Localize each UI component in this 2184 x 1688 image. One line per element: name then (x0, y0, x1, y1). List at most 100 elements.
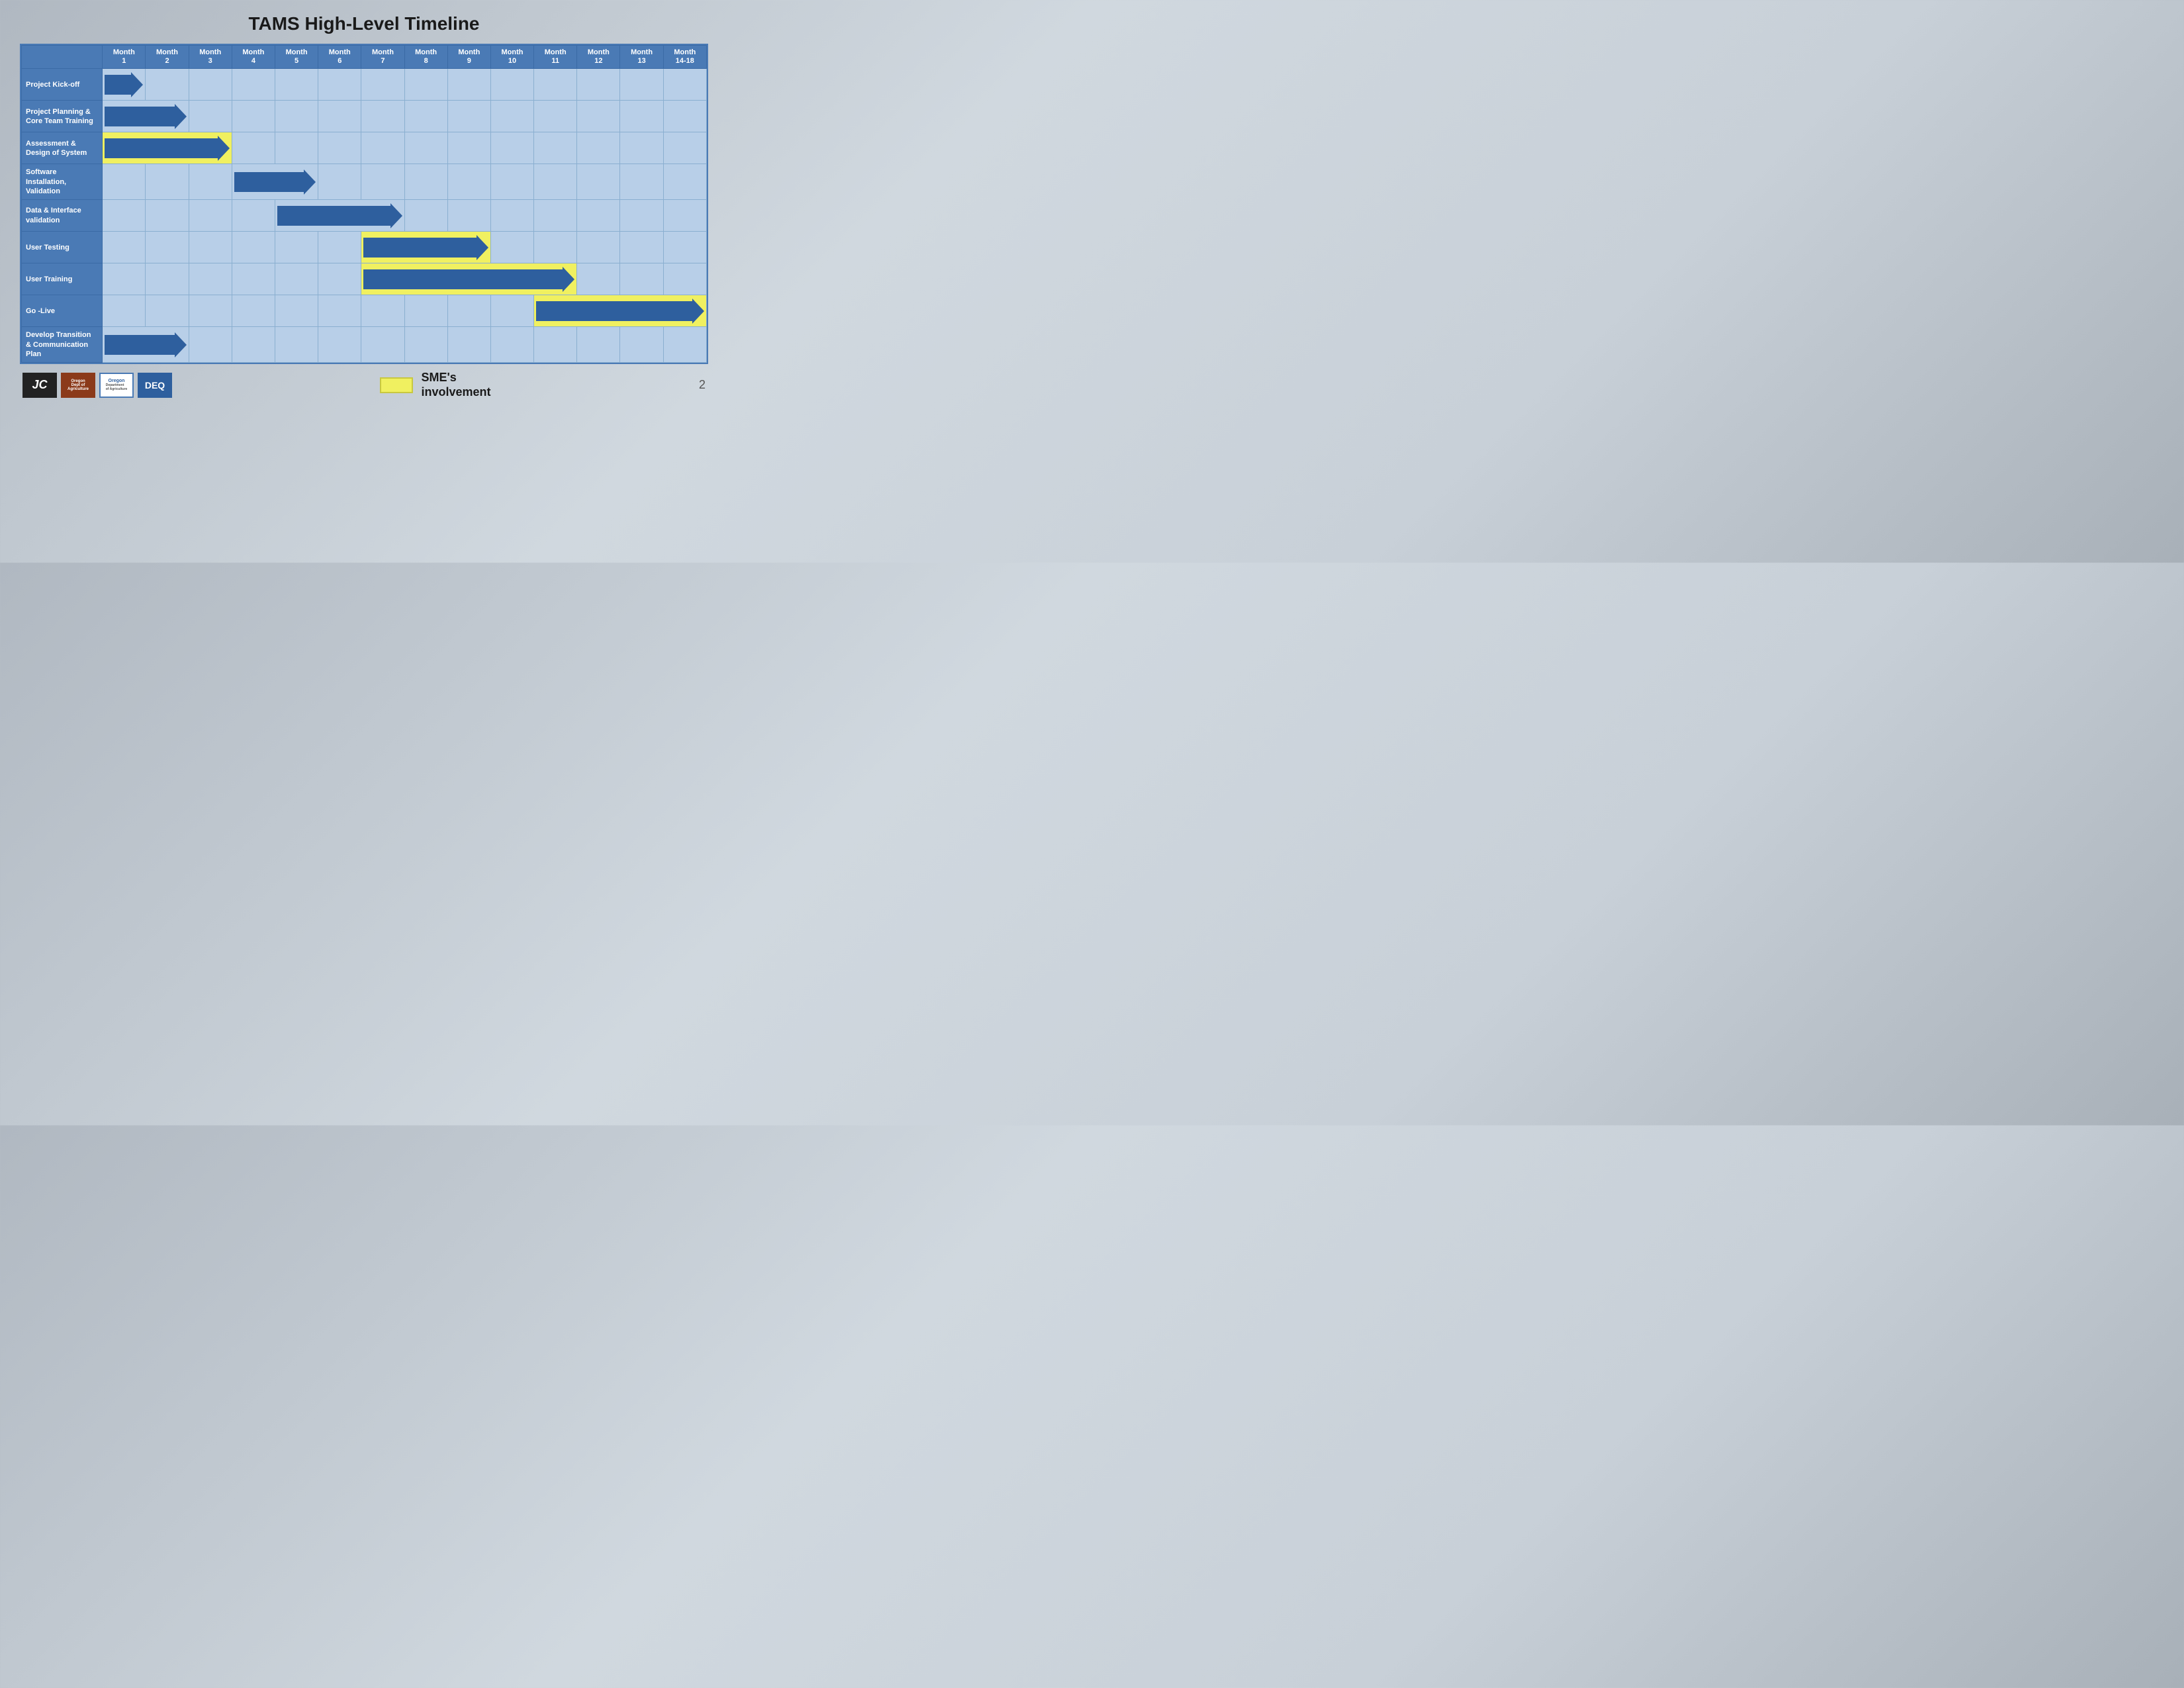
row-label-8: Develop Transition & Communication Plan (22, 327, 103, 363)
empty-cell-1-7 (404, 101, 447, 132)
empty-cell-6-11 (577, 263, 620, 295)
empty-cell-8-10 (534, 327, 577, 363)
empty-cell-1-12 (620, 101, 663, 132)
empty-cell-6-0 (103, 263, 146, 295)
table-row: Go -Live (22, 295, 707, 327)
empty-cell-7-4 (275, 295, 318, 327)
empty-cell-3-1 (146, 164, 189, 200)
empty-cell-5-11 (577, 232, 620, 263)
empty-cell-5-3 (232, 232, 275, 263)
empty-cell-7-9 (490, 295, 533, 327)
empty-cell-7-0 (103, 295, 146, 327)
empty-cell-8-2 (189, 327, 232, 363)
empty-cell-1-5 (318, 101, 361, 132)
row-label-1: Project Planning & Core Team Training (22, 101, 103, 132)
empty-cell-3-10 (534, 164, 577, 200)
empty-cell-0-13 (663, 69, 706, 101)
empty-cell-5-12 (620, 232, 663, 263)
table-row: Project Kick-off (22, 69, 707, 101)
row-label-7: Go -Live (22, 295, 103, 327)
header-month-6: Month6 (318, 46, 361, 69)
empty-cell-8-12 (620, 327, 663, 363)
legend-box (380, 377, 413, 393)
empty-cell-4-1 (146, 200, 189, 232)
row-label-3: Software Installation, Validation (22, 164, 103, 200)
empty-cell-1-10 (534, 101, 577, 132)
empty-cell-2-5 (318, 132, 361, 164)
gantt-container: Month1Month2Month3Month4Month5Month6Mont… (20, 44, 708, 364)
empty-cell-8-11 (577, 327, 620, 363)
empty-cell-0-2 (189, 69, 232, 101)
empty-cell-0-12 (620, 69, 663, 101)
empty-cell-7-1 (146, 295, 189, 327)
empty-cell-4-2 (189, 200, 232, 232)
empty-cell-3-7 (404, 164, 447, 200)
empty-cell-0-11 (577, 69, 620, 101)
empty-cell-2-3 (232, 132, 275, 164)
empty-cell-3-9 (490, 164, 533, 200)
table-row: Data & Interface validation (22, 200, 707, 232)
empty-cell-4-12 (620, 200, 663, 232)
empty-cell-0-7 (404, 69, 447, 101)
empty-cell-8-9 (490, 327, 533, 363)
empty-cell-0-4 (275, 69, 318, 101)
empty-cell-5-1 (146, 232, 189, 263)
empty-cell-7-3 (232, 295, 275, 327)
empty-cell-0-9 (490, 69, 533, 101)
header-month-14: Month14-18 (663, 46, 706, 69)
empty-cell-8-3 (232, 327, 275, 363)
header-month-1: Month1 (103, 46, 146, 69)
header-month-13: Month13 (620, 46, 663, 69)
row-label-0: Project Kick-off (22, 69, 103, 101)
header-month-7: Month7 (361, 46, 404, 69)
empty-cell-7-8 (447, 295, 490, 327)
header-month-3: Month3 (189, 46, 232, 69)
logo-deq: DEQ (138, 373, 172, 398)
empty-cell-3-5 (318, 164, 361, 200)
empty-cell-5-5 (318, 232, 361, 263)
empty-cell-3-2 (189, 164, 232, 200)
header-month-12: Month12 (577, 46, 620, 69)
arrow-cell-8 (103, 327, 189, 363)
empty-cell-4-7 (404, 200, 447, 232)
empty-cell-3-11 (577, 164, 620, 200)
empty-cell-6-1 (146, 263, 189, 295)
header-month-11: Month11 (534, 46, 577, 69)
empty-cell-1-11 (577, 101, 620, 132)
table-row: Assessment & Design of System (22, 132, 707, 164)
empty-cell-6-3 (232, 263, 275, 295)
arrow-cell-5 (361, 232, 491, 263)
empty-cell-1-4 (275, 101, 318, 132)
page-title: TAMS High-Level Timeline (248, 13, 479, 34)
empty-cell-1-2 (189, 101, 232, 132)
empty-cell-6-2 (189, 263, 232, 295)
empty-cell-2-8 (447, 132, 490, 164)
empty-cell-5-2 (189, 232, 232, 263)
arrow-cell-2 (103, 132, 232, 164)
empty-cell-8-8 (447, 327, 490, 363)
row-label-5: User Testing (22, 232, 103, 263)
empty-cell-6-5 (318, 263, 361, 295)
table-row: User Testing (22, 232, 707, 263)
table-row: Project Planning & Core Team Training (22, 101, 707, 132)
empty-cell-7-6 (361, 295, 404, 327)
header-month-4: Month4 (232, 46, 275, 69)
header-month-5: Month5 (275, 46, 318, 69)
header-month-8: Month8 (404, 46, 447, 69)
arrow-cell-1 (103, 101, 189, 132)
empty-cell-4-11 (577, 200, 620, 232)
legend-text: SME's involvement (421, 371, 490, 399)
logo-area: JC OregonDept ofAgriculture Oregon Depar… (23, 373, 172, 398)
empty-cell-2-13 (663, 132, 706, 164)
empty-cell-4-8 (447, 200, 490, 232)
header-label (22, 46, 103, 69)
empty-cell-2-12 (620, 132, 663, 164)
empty-cell-5-10 (534, 232, 577, 263)
empty-cell-2-10 (534, 132, 577, 164)
empty-cell-8-5 (318, 327, 361, 363)
empty-cell-8-7 (404, 327, 447, 363)
empty-cell-4-3 (232, 200, 275, 232)
logo-oregon: Oregon Departmentof Agriculture (99, 373, 134, 398)
empty-cell-4-13 (663, 200, 706, 232)
empty-cell-7-2 (189, 295, 232, 327)
